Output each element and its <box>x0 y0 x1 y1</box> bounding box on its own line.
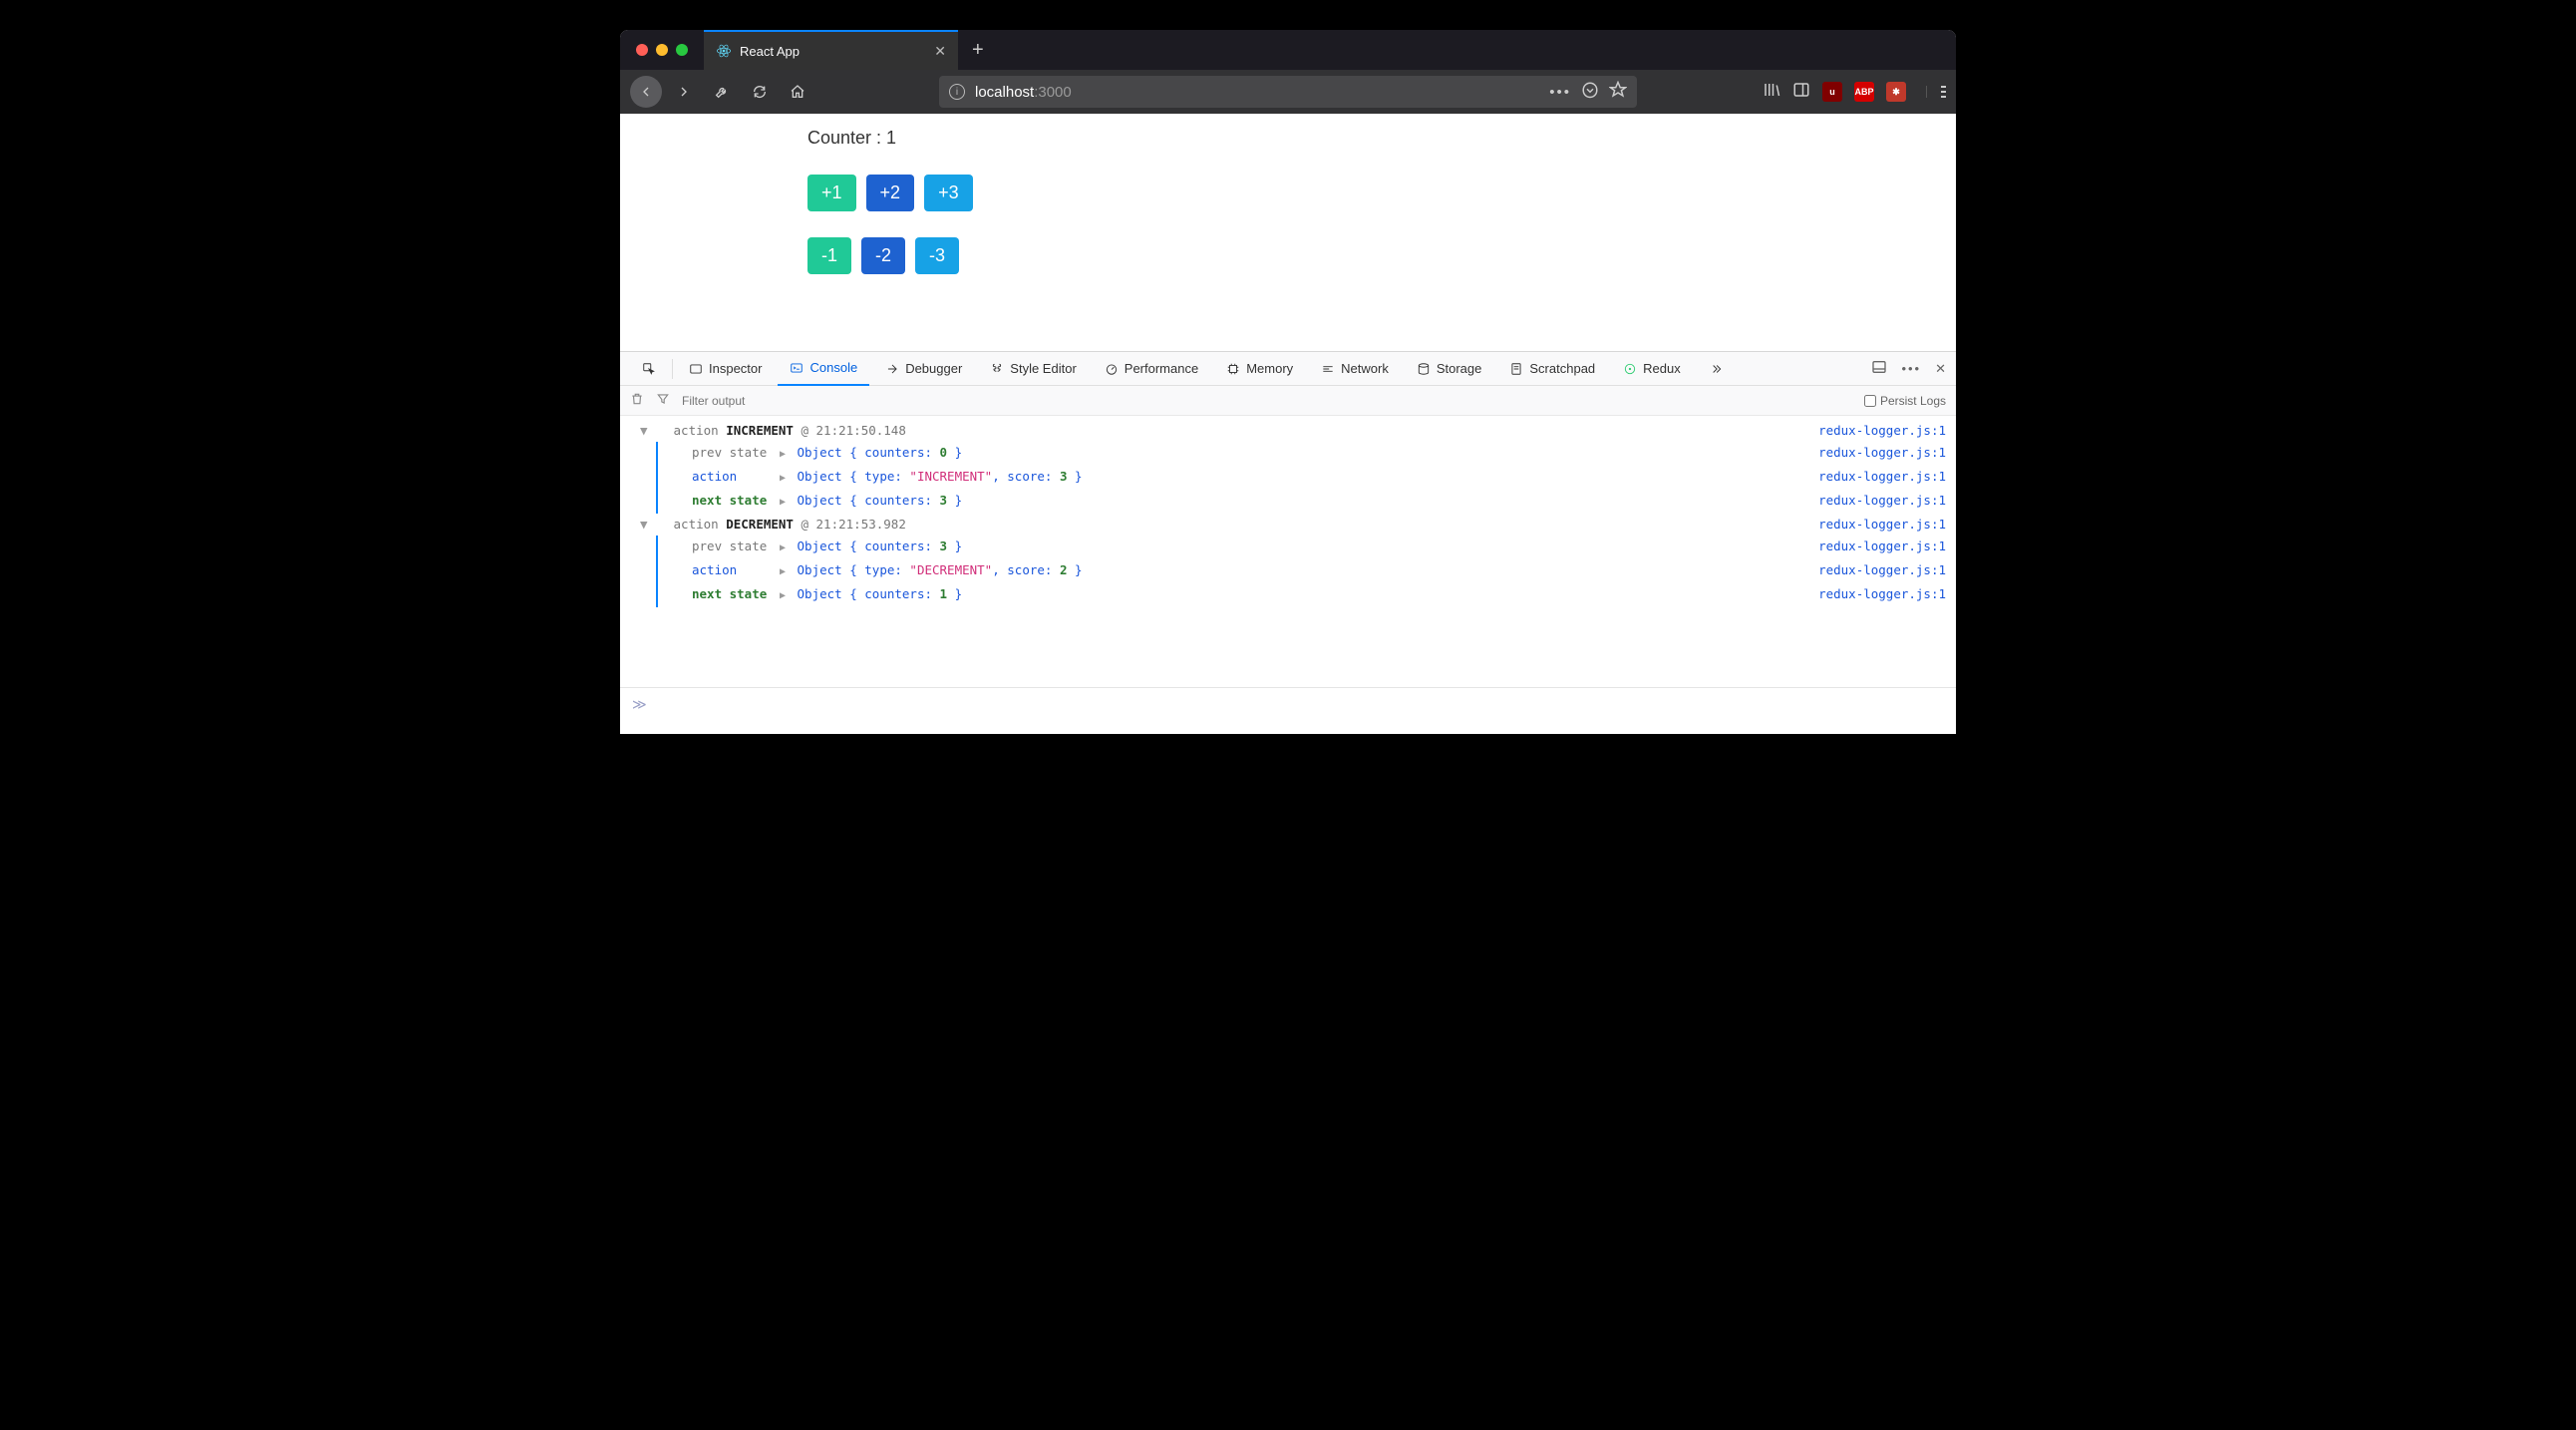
persist-logs-toggle[interactable]: Persist Logs <box>1864 394 1946 408</box>
log-header[interactable]: ▼ action DECREMENT @ 21:21:53.982 redux-… <box>620 514 1956 536</box>
new-tab-button[interactable]: + <box>958 40 998 60</box>
dec-1-button[interactable]: -1 <box>807 237 851 274</box>
log-source-link[interactable]: redux-logger.js:1 <box>1818 442 1946 466</box>
filter-input[interactable] <box>682 394 1852 408</box>
log-line: next state▶ Object { counters: 3 } redux… <box>620 490 1956 514</box>
console-filter-bar: Persist Logs <box>620 386 1956 416</box>
log-line: prev state▶ Object { counters: 3 } redux… <box>620 536 1956 559</box>
devtools-more-icon[interactable]: ••• <box>1901 361 1921 376</box>
counter-label: Counter : <box>807 128 886 148</box>
tab-redux[interactable]: Redux <box>1611 352 1693 386</box>
ublock-icon[interactable]: u <box>1822 82 1842 102</box>
tab-scratchpad[interactable]: Scratchpad <box>1497 352 1607 386</box>
devtools-close-icon[interactable]: ✕ <box>1935 361 1946 377</box>
info-icon[interactable]: i <box>949 84 965 100</box>
console-prompt[interactable]: ≫ <box>620 687 1956 722</box>
toolbar-right: u ABP ✱ <box>1763 81 1946 104</box>
tab-performance[interactable]: Performance <box>1093 352 1210 386</box>
wrench-icon[interactable] <box>706 76 738 108</box>
browser-window: React App ✕ + i localhost:3000 ••• u ABP… <box>620 30 1956 734</box>
tab-network[interactable]: Network <box>1309 352 1401 386</box>
url-host: localhost <box>975 84 1034 101</box>
log-action-type: DECREMENT <box>726 517 794 532</box>
clear-console-icon[interactable] <box>630 392 644 409</box>
decrement-row: -1 -2 -3 <box>807 237 1956 274</box>
browser-tab[interactable]: React App ✕ <box>704 30 958 70</box>
devtools-dock-icon[interactable] <box>1871 359 1887 378</box>
log-source-link[interactable]: redux-logger.js:1 <box>1818 420 1946 442</box>
tab-title: React App <box>740 44 800 59</box>
url-port: :3000 <box>1034 84 1072 101</box>
navigation-toolbar: i localhost:3000 ••• u ABP ✱ <box>620 70 1956 114</box>
counter-display: Counter : 1 <box>807 128 1956 149</box>
abp-icon[interactable]: ABP <box>1854 82 1874 102</box>
log-source-link[interactable]: redux-logger.js:1 <box>1818 536 1946 559</box>
devtools-tabbar: Inspector Console Debugger Style Editor … <box>620 352 1956 386</box>
chevron-right-icon[interactable]: ▶ <box>780 537 790 559</box>
counter-value: 1 <box>886 128 896 148</box>
log-source-link[interactable]: redux-logger.js:1 <box>1818 559 1946 583</box>
page-content: Counter : 1 +1 +2 +3 -1 -2 -3 <box>620 114 1956 351</box>
tab-storage[interactable]: Storage <box>1405 352 1494 386</box>
window-controls <box>620 44 704 56</box>
log-line: prev state▶ Object { counters: 0 } redux… <box>620 442 1956 466</box>
tab-console[interactable]: Console <box>778 352 869 386</box>
back-button[interactable] <box>630 76 662 108</box>
address-bar[interactable]: i localhost:3000 ••• <box>939 76 1637 108</box>
devtools-pick-icon[interactable] <box>630 352 668 386</box>
tab-memory[interactable]: Memory <box>1214 352 1305 386</box>
inc-1-button[interactable]: +1 <box>807 175 856 211</box>
tab-style-editor[interactable]: Style Editor <box>978 352 1088 386</box>
log-line: action▶ Object { type: "DECREMENT", scor… <box>620 559 1956 583</box>
maximize-window-icon[interactable] <box>676 44 688 56</box>
chevron-right-icon[interactable]: ▶ <box>780 468 790 490</box>
minimize-window-icon[interactable] <box>656 44 668 56</box>
log-line: next state▶ Object { counters: 1 } redux… <box>620 583 1956 607</box>
log-source-link[interactable]: redux-logger.js:1 <box>1818 583 1946 607</box>
inc-3-button[interactable]: +3 <box>924 175 973 211</box>
chevron-down-icon[interactable]: ▼ <box>640 420 652 442</box>
extension-icon[interactable]: ✱ <box>1886 82 1906 102</box>
devtools-panel: Inspector Console Debugger Style Editor … <box>620 351 1956 734</box>
persist-logs-checkbox[interactable] <box>1864 395 1876 407</box>
dec-3-button[interactable]: -3 <box>915 237 959 274</box>
chevron-down-icon[interactable]: ▼ <box>640 514 652 536</box>
console-output: ▼ action INCREMENT @ 21:21:50.148 redux-… <box>620 416 1956 734</box>
home-button[interactable] <box>782 76 813 108</box>
log-source-link[interactable]: redux-logger.js:1 <box>1818 490 1946 514</box>
tab-bar: React App ✕ + <box>620 30 1956 70</box>
sidebar-icon[interactable] <box>1792 81 1810 104</box>
bookmark-star-icon[interactable] <box>1609 81 1627 103</box>
chevron-right-icon[interactable]: ▶ <box>780 492 790 514</box>
persist-logs-label: Persist Logs <box>1880 394 1946 408</box>
pocket-icon[interactable] <box>1581 81 1599 103</box>
dec-2-button[interactable]: -2 <box>861 237 905 274</box>
close-tab-icon[interactable]: ✕ <box>934 44 946 58</box>
react-icon <box>716 43 732 59</box>
log-source-link[interactable]: redux-logger.js:1 <box>1818 514 1946 536</box>
reload-button[interactable] <box>744 76 776 108</box>
chevron-right-icon[interactable]: ▶ <box>780 585 790 607</box>
library-icon[interactable] <box>1763 81 1780 104</box>
close-window-icon[interactable] <box>636 44 648 56</box>
increment-row: +1 +2 +3 <box>807 175 1956 211</box>
forward-button[interactable] <box>668 76 700 108</box>
tab-inspector[interactable]: Inspector <box>677 352 774 386</box>
page-actions-icon[interactable]: ••• <box>1549 84 1571 101</box>
tab-debugger[interactable]: Debugger <box>873 352 974 386</box>
log-line: action▶ Object { type: "INCREMENT", scor… <box>620 466 1956 490</box>
log-header[interactable]: ▼ action INCREMENT @ 21:21:50.148 redux-… <box>620 420 1956 442</box>
devtools-overflow-icon[interactable] <box>1697 352 1735 386</box>
chevron-right-icon[interactable]: ▶ <box>780 561 790 583</box>
log-source-link[interactable]: redux-logger.js:1 <box>1818 466 1946 490</box>
log-timestamp: @ 21:21:53.982 <box>801 517 905 532</box>
menu-button[interactable] <box>1926 86 1946 98</box>
log-action-type: INCREMENT <box>726 423 794 438</box>
log-timestamp: @ 21:21:50.148 <box>801 423 905 438</box>
filter-funnel-icon[interactable] <box>656 392 670 409</box>
chevron-right-icon[interactable]: ▶ <box>780 444 790 466</box>
inc-2-button[interactable]: +2 <box>866 175 915 211</box>
